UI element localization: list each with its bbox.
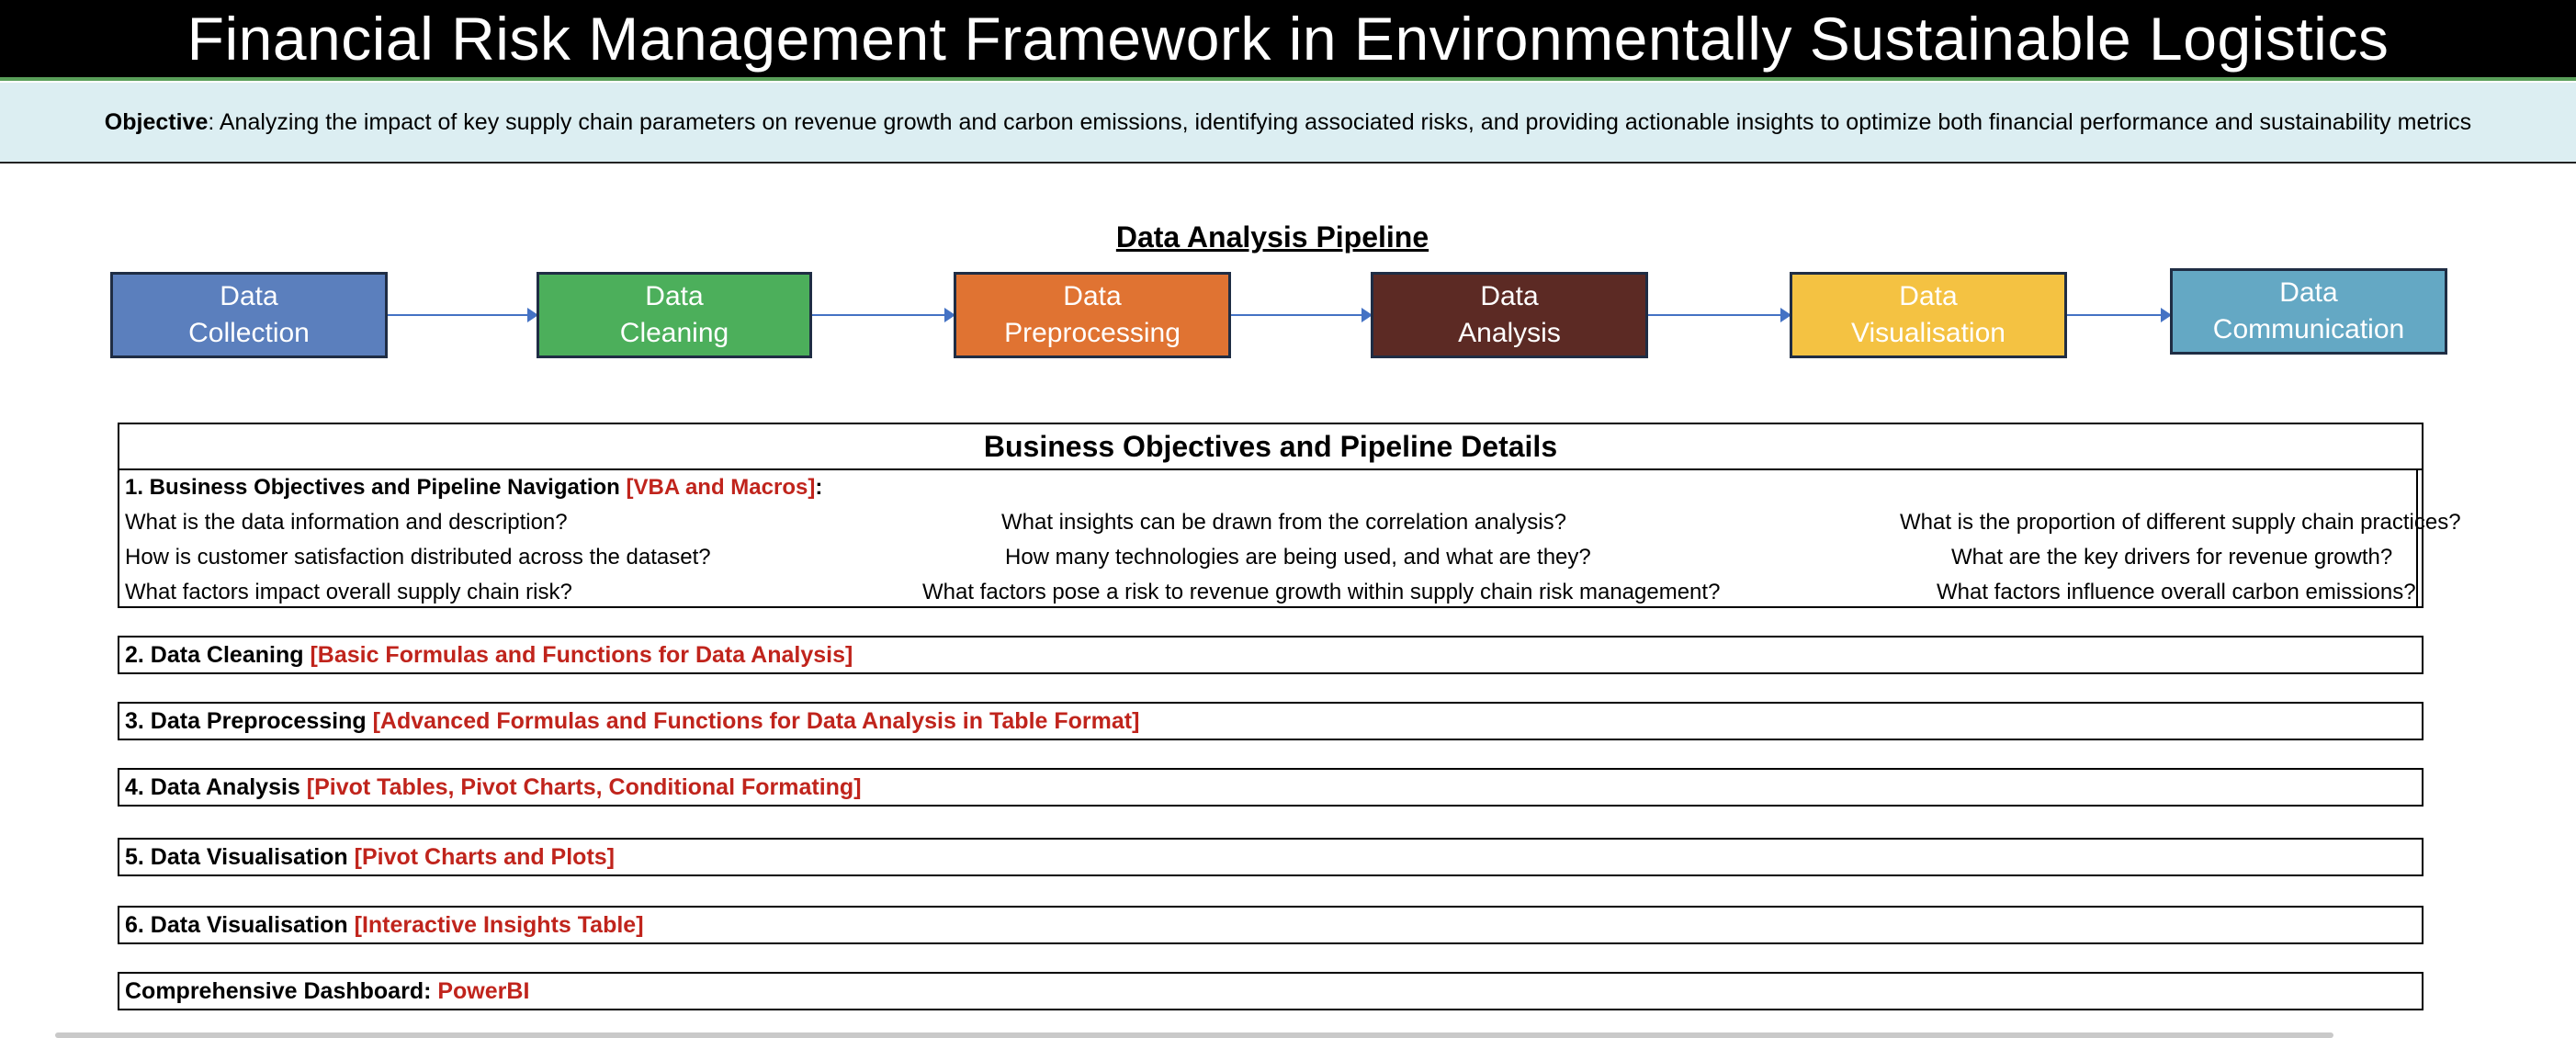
step-data-communication[interactable]: Data Communication bbox=[2170, 268, 2447, 355]
horizontal-scrollbar[interactable] bbox=[55, 1032, 2333, 1038]
question: What are the key drivers for revenue gro… bbox=[1951, 545, 2393, 570]
section-data-cleaning[interactable]: 2. Data Cleaning [Basic Formulas and Fun… bbox=[118, 636, 2423, 674]
objective-label: Objective bbox=[104, 108, 209, 135]
step-line1: Data bbox=[645, 281, 704, 311]
section-data-visualisation[interactable]: 5. Data Visualisation [Pivot Charts and … bbox=[118, 838, 2423, 876]
section-1-suffix: : bbox=[815, 475, 823, 500]
section-label: 5. Data Visualisation bbox=[125, 844, 355, 870]
objective-text: : Analyzing the impact of key supply cha… bbox=[208, 108, 2472, 135]
question: What factors impact overall supply chain… bbox=[125, 580, 572, 604]
section-tag[interactable]: [Pivot Tables, Pivot Charts, Conditional… bbox=[307, 774, 862, 800]
section-label: 4. Data Analysis bbox=[125, 774, 307, 800]
arrow-connector bbox=[1648, 308, 1791, 322]
step-line2: Visualisation bbox=[1851, 318, 2005, 348]
title-bar: Financial Risk Management Framework in E… bbox=[0, 0, 2576, 81]
question: What factors influence overall carbon em… bbox=[1937, 580, 2416, 604]
question: What is the data information and descrip… bbox=[125, 510, 568, 535]
section-label: 2. Data Cleaning bbox=[125, 642, 311, 668]
section-tag[interactable]: [Interactive Insights Table] bbox=[355, 912, 644, 938]
section-label: 6. Data Visualisation bbox=[125, 912, 355, 938]
question: How many technologies are being used, an… bbox=[1005, 545, 1591, 570]
question: What factors pose a risk to revenue grow… bbox=[922, 580, 1721, 604]
arrow-connector bbox=[812, 308, 955, 322]
step-line2: Communication bbox=[2212, 314, 2405, 344]
step-data-cleaning[interactable]: Data Cleaning bbox=[537, 272, 812, 358]
pipeline-title: Data Analysis Pipeline bbox=[1115, 220, 1429, 254]
section-tag[interactable]: [Basic Formulas and Functions for Data A… bbox=[310, 642, 853, 668]
question-row: What is the data information and descrip… bbox=[119, 505, 2461, 540]
step-data-analysis[interactable]: Data Analysis bbox=[1371, 272, 1648, 358]
section-label: Comprehensive Dashboard: bbox=[125, 978, 438, 1004]
section-data-analysis[interactable]: 4. Data Analysis [Pivot Tables, Pivot Ch… bbox=[118, 768, 2423, 807]
question: What is the proportion of different supp… bbox=[1900, 510, 2461, 535]
arrow-connector bbox=[1231, 308, 1373, 322]
section-data-preprocessing[interactable]: 3. Data Preprocessing [Advanced Formulas… bbox=[118, 702, 2423, 740]
section-label: 3. Data Preprocessing bbox=[125, 708, 373, 734]
details-title: Business Objectives and Pipeline Details bbox=[119, 424, 2422, 470]
step-line2: Cleaning bbox=[619, 318, 729, 348]
section-1-tag[interactable]: [VBA and Macros] bbox=[627, 475, 816, 500]
step-line2: Collection bbox=[188, 318, 310, 348]
step-line1: Data bbox=[2279, 277, 2338, 308]
section-tag[interactable]: PowerBI bbox=[437, 978, 529, 1004]
page-title: Financial Risk Management Framework in E… bbox=[186, 5, 2390, 73]
step-line1: Data bbox=[220, 281, 278, 311]
section-interactive-insights[interactable]: 6. Data Visualisation [Interactive Insig… bbox=[118, 906, 2423, 944]
step-line2: Analysis bbox=[1458, 318, 1561, 348]
section-1-label: 1. Business Objectives and Pipeline Navi… bbox=[125, 475, 627, 500]
question-row: What factors impact overall supply chain… bbox=[119, 575, 2422, 610]
arrow-connector bbox=[388, 308, 538, 322]
step-line2: Preprocessing bbox=[1004, 318, 1181, 348]
step-data-collection[interactable]: Data Collection bbox=[110, 272, 388, 358]
details-box: Business Objectives and Pipeline Details… bbox=[118, 423, 2461, 610]
objective-banner: Objective: Analyzing the impact of key s… bbox=[0, 83, 2576, 164]
step-line1: Data bbox=[1063, 281, 1122, 311]
question: What insights can be drawn from the corr… bbox=[1001, 510, 1566, 535]
section-dashboard[interactable]: Comprehensive Dashboard: PowerBI bbox=[118, 972, 2423, 1010]
question: How is customer satisfaction distributed… bbox=[125, 545, 711, 570]
step-data-visualisation[interactable]: Data Visualisation bbox=[1790, 272, 2067, 358]
section-tag[interactable]: [Pivot Charts and Plots] bbox=[355, 844, 615, 870]
section-tag[interactable]: [Advanced Formulas and Functions for Dat… bbox=[373, 708, 1140, 734]
step-line1: Data bbox=[1480, 281, 1539, 311]
step-data-preprocessing[interactable]: Data Preprocessing bbox=[954, 272, 1231, 358]
arrow-connector bbox=[2067, 308, 2172, 322]
question-row: How is customer satisfaction distributed… bbox=[119, 540, 2422, 575]
step-line1: Data bbox=[1899, 281, 1958, 311]
section-1-heading[interactable]: 1. Business Objectives and Pipeline Navi… bbox=[119, 470, 2422, 505]
